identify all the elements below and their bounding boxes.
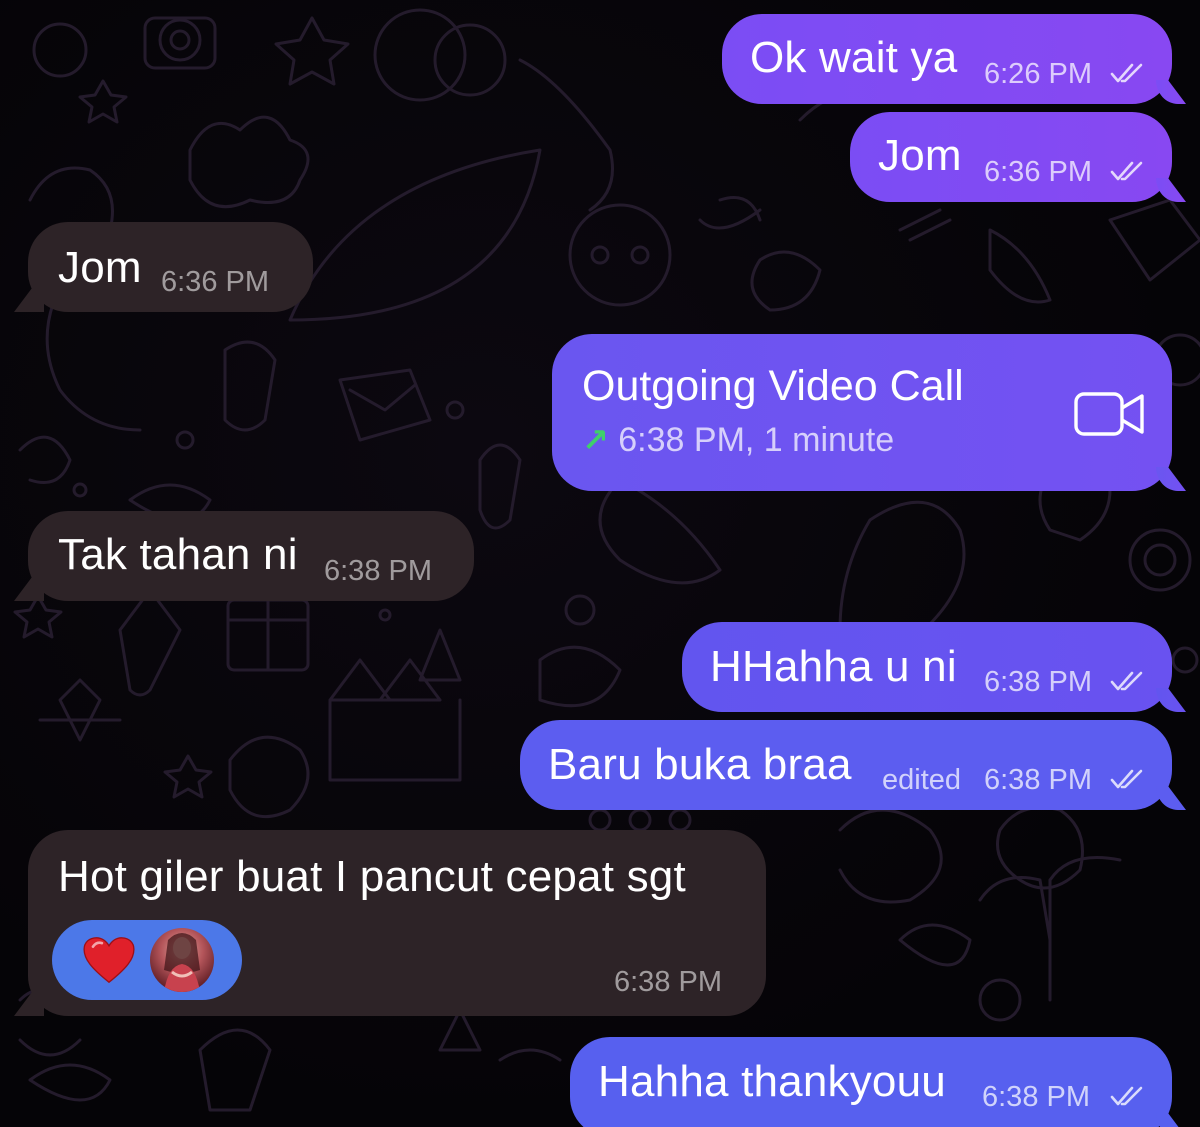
message-text: Jom: [58, 243, 142, 292]
message-time: 6:36 PM: [984, 156, 1092, 188]
message-time: 6:38 PM: [982, 1081, 1090, 1113]
video-camera-icon[interactable]: [1074, 390, 1146, 438]
avatar: [150, 928, 214, 992]
chat-area: Ok wait ya 6:26 PM Jom 6:36 PM Jom 6:36 …: [0, 0, 1200, 1127]
call-title: Outgoing Video Call: [582, 362, 964, 410]
edited-label: edited: [882, 764, 962, 796]
outgoing-arrow-icon: ↗: [582, 422, 609, 458]
double-check-icon: [1110, 1086, 1143, 1106]
call-details: ↗ 6:38 PM, 1 minute: [582, 421, 894, 460]
outgoing-message[interactable]: Hahha thankyouu 6:38 PM: [570, 1037, 1172, 1127]
outgoing-message[interactable]: Ok wait ya 6:26 PM: [722, 14, 1172, 104]
message-text: HHahha u ni: [710, 642, 957, 691]
message-time: 6:36 PM: [161, 266, 269, 298]
message-text: Tak tahan ni: [58, 530, 298, 579]
message-text: Jom: [878, 131, 962, 180]
message-text: Baru buka braa: [548, 740, 852, 789]
double-check-icon: [1110, 161, 1143, 181]
double-check-icon: [1110, 769, 1143, 789]
double-check-icon: [1110, 63, 1143, 83]
heart-icon: [83, 937, 135, 984]
incoming-message[interactable]: Jom 6:36 PM: [28, 222, 313, 312]
incoming-message[interactable]: Tak tahan ni 6:38 PM: [28, 511, 474, 601]
outgoing-message[interactable]: HHahha u ni 6:38 PM: [682, 622, 1172, 712]
message-time: 6:38 PM: [324, 555, 432, 587]
message-text: Ok wait ya: [750, 33, 958, 82]
message-time: 6:38 PM: [614, 966, 722, 998]
message-text: Hot giler buat I pancut cepat sgt: [58, 852, 686, 901]
incoming-message[interactable]: Hot giler buat I pancut cepat sgt 6:38 P…: [28, 830, 766, 1016]
reaction-pill[interactable]: [52, 920, 242, 1000]
call-time-duration: 6:38 PM, 1 minute: [618, 421, 895, 459]
message-time: 6:38 PM: [984, 764, 1092, 796]
double-check-icon: [1110, 671, 1143, 691]
message-time: 6:26 PM: [984, 58, 1092, 90]
video-call-message[interactable]: Outgoing Video Call ↗ 6:38 PM, 1 minute: [552, 334, 1172, 491]
message-time: 6:38 PM: [984, 666, 1092, 698]
outgoing-message[interactable]: Baru buka braa edited 6:38 PM: [520, 720, 1172, 810]
outgoing-message[interactable]: Jom 6:36 PM: [850, 112, 1172, 202]
message-text: Hahha thankyouu: [598, 1057, 946, 1106]
